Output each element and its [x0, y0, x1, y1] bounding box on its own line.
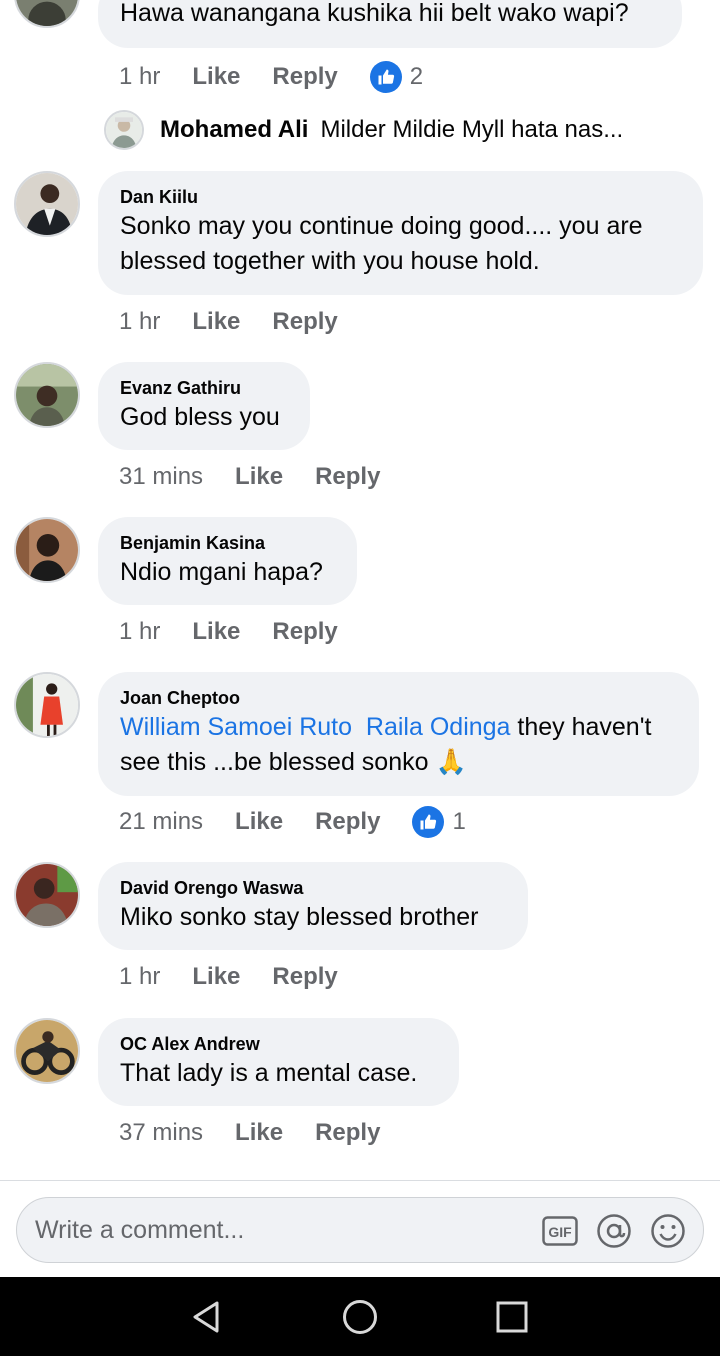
comment-actions: 21 mins Like Reply 1: [119, 804, 466, 840]
reaction-summary[interactable]: 1: [412, 806, 466, 838]
comment-time[interactable]: 1 hr: [119, 308, 160, 336]
like-button[interactable]: Like: [235, 1119, 283, 1147]
comment-time[interactable]: 1 hr: [119, 963, 160, 991]
back-icon[interactable]: [184, 1297, 228, 1337]
reaction-count: 1: [452, 808, 466, 835]
avatar[interactable]: [14, 171, 80, 237]
comment-input-box[interactable]: GIF: [16, 1197, 704, 1263]
comment-line-text: see this ...be blessed sonko: [120, 748, 436, 776]
comment-author[interactable]: Dan Kiilu: [120, 186, 681, 208]
like-button[interactable]: Like: [192, 63, 240, 91]
comment-line: Sonko may you continue doing good.... yo…: [120, 212, 643, 240]
comments-feed[interactable]: Hawa wanangana kushika hii belt wako wap…: [0, 0, 720, 1180]
comment-bubble: Joan Cheptoo William Samoei Ruto Raila O…: [98, 672, 699, 796]
reply-button[interactable]: Reply: [272, 308, 337, 336]
comment-composer: GIF: [0, 1180, 720, 1277]
view-replies-row[interactable]: Mohamed Ali Milder Mildie Myll hata nas.…: [104, 110, 623, 150]
comment-text: God bless you: [120, 403, 280, 431]
comment-text: Hawa wanangana kushika hii belt wako wap…: [120, 0, 629, 27]
comment-bubble: Evanz Gathiru God bless you: [98, 362, 310, 450]
comment-author[interactable]: Evanz Gathiru: [120, 377, 288, 399]
avatar[interactable]: [14, 1018, 80, 1084]
comment-actions: 1 hr Like Reply: [119, 614, 370, 650]
reply-button[interactable]: Reply: [315, 808, 380, 836]
recents-icon[interactable]: [490, 1297, 534, 1337]
thumbs-up-icon: [412, 806, 445, 838]
avatar[interactable]: [14, 362, 80, 428]
comment-time[interactable]: 21 mins: [119, 808, 203, 836]
reply-button[interactable]: Reply: [272, 63, 337, 91]
comment-time[interactable]: 1 hr: [119, 618, 160, 646]
comment-time[interactable]: 31 mins: [119, 463, 203, 491]
reply-button[interactable]: Reply: [272, 963, 337, 991]
avatar[interactable]: [14, 517, 80, 583]
comment-bubble: OC Alex Andrew That lady is a mental cas…: [98, 1018, 459, 1106]
reaction-summary[interactable]: 2: [369, 61, 424, 93]
comment-text: Sonko may you continue doing good.... yo…: [120, 209, 681, 279]
mention-icon[interactable]: [595, 1212, 633, 1250]
avatar[interactable]: [14, 862, 80, 928]
system-nav-bar: [0, 1277, 720, 1356]
comment-line: see this ...be blessed sonko 🙏: [120, 745, 677, 780]
comment-author[interactable]: Benjamin Kasina: [120, 532, 335, 554]
avatar[interactable]: [14, 0, 80, 28]
comment-bubble: Dan Kiilu Sonko may you continue doing g…: [98, 171, 703, 295]
comment-bubble: Benjamin Kasina Ndio mgani hapa?: [98, 517, 357, 605]
like-button[interactable]: Like: [192, 963, 240, 991]
comment-actions: 1 hr Like Reply: [119, 304, 370, 340]
comment-bubble: David Orengo Waswa Miko sonko stay bless…: [98, 862, 528, 950]
comment-text: Ndio mgani hapa?: [120, 558, 323, 586]
comment-text: William Samoei Ruto Raila Odinga they ha…: [120, 710, 677, 780]
comment-line: William Samoei Ruto Raila Odinga they ha…: [120, 710, 677, 745]
mention-link[interactable]: William Samoei Ruto: [120, 713, 352, 741]
comment-time[interactable]: 1 hr: [119, 63, 160, 91]
pray-emoji-icon: 🙏: [435, 748, 467, 776]
comment-time[interactable]: 37 mins: [119, 1119, 203, 1147]
reply-button[interactable]: Reply: [272, 618, 337, 646]
reaction-count: 2: [409, 63, 424, 90]
gif-icon[interactable]: GIF: [541, 1212, 579, 1250]
mention-link[interactable]: Raila Odinga: [366, 713, 511, 741]
emoji-icon[interactable]: [649, 1212, 687, 1250]
comment-input[interactable]: [35, 1213, 515, 1247]
reply-button[interactable]: Reply: [315, 1119, 380, 1147]
comment-line: blessed together with you house hold.: [120, 247, 540, 275]
reply-author[interactable]: Mohamed Ali: [160, 116, 308, 144]
comment-text: Miko sonko stay blessed brother: [120, 903, 479, 931]
home-icon[interactable]: [338, 1297, 382, 1337]
comment-actions: 1 hr Like Reply: [119, 959, 370, 995]
gif-label: GIF: [548, 1224, 572, 1240]
avatar[interactable]: [14, 672, 80, 738]
comment-actions: 37 mins Like Reply: [119, 1115, 412, 1151]
comment-line-rest: they haven't: [510, 713, 652, 741]
like-button[interactable]: Like: [192, 308, 240, 336]
comment-author[interactable]: Joan Cheptoo: [120, 687, 677, 709]
like-button[interactable]: Like: [235, 808, 283, 836]
comment-author[interactable]: OC Alex Andrew: [120, 1033, 437, 1055]
like-button[interactable]: Like: [235, 463, 283, 491]
reply-snippet: Milder Mildie Myll hata nas...: [320, 116, 624, 143]
avatar: [104, 110, 144, 150]
comment-bubble: Hawa wanangana kushika hii belt wako wap…: [98, 0, 682, 48]
comment-author[interactable]: David Orengo Waswa: [120, 877, 506, 899]
reply-button[interactable]: Reply: [315, 463, 380, 491]
comment-text: That lady is a mental case.: [120, 1059, 418, 1087]
comment-actions: 1 hr Like Reply 2: [119, 59, 423, 95]
comment-actions: 31 mins Like Reply: [119, 459, 412, 495]
thumbs-up-icon: [369, 61, 402, 93]
like-button[interactable]: Like: [192, 618, 240, 646]
